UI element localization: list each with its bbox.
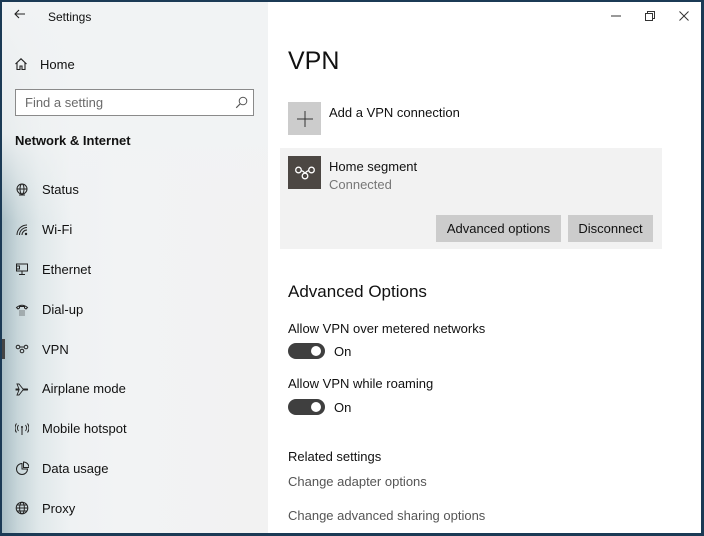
sidebar-item-label: VPN xyxy=(42,341,69,357)
sidebar-item-label: Airplane mode xyxy=(42,381,126,397)
home-icon xyxy=(12,57,30,71)
sidebar-item-label: Wi-Fi xyxy=(42,222,73,238)
disconnect-button[interactable]: Disconnect xyxy=(568,215,653,242)
wifi-icon xyxy=(14,222,30,238)
vpn-connection-icon xyxy=(288,156,321,189)
settings-window: Settings Home Network & Internet Status xyxy=(2,2,701,533)
main-content: VPN Add a VPN connection Home segment Co… xyxy=(268,2,701,533)
close-icon xyxy=(679,11,689,21)
advanced-options-heading: Advanced Options xyxy=(288,282,427,301)
sidebar-item-label: Ethernet xyxy=(42,261,92,277)
toggle-state-label: On xyxy=(334,343,352,359)
sidebar-item-ethernet[interactable]: Ethernet xyxy=(2,250,268,290)
roaming-label: Allow VPN while roaming xyxy=(288,376,434,391)
ethernet-icon xyxy=(14,261,30,277)
toggle-state-label: On xyxy=(334,399,352,415)
sidebar-item-label: Mobile hotspot xyxy=(42,421,127,437)
vpn-connection-status: Connected xyxy=(329,177,392,192)
close-button[interactable] xyxy=(667,2,701,30)
toggle-knob xyxy=(311,346,321,356)
vpn-icon xyxy=(14,341,30,357)
vpn-connection-item[interactable]: Home segment Connected Advanced options … xyxy=(280,148,662,249)
metered-networks-toggle[interactable] xyxy=(288,343,325,359)
add-vpn-connection-button[interactable]: Add a VPN connection xyxy=(288,102,460,135)
toggle-knob xyxy=(311,402,321,412)
airplane-icon xyxy=(14,381,30,397)
sidebar-item-proxy[interactable]: Proxy xyxy=(2,488,268,528)
page-title: VPN xyxy=(288,47,340,75)
add-vpn-label: Add a VPN connection xyxy=(329,105,460,120)
change-adapter-options-link[interactable]: Change adapter options xyxy=(288,474,427,489)
metered-networks-label: Allow VPN over metered networks xyxy=(288,321,486,336)
search-input[interactable] xyxy=(16,90,229,115)
metered-networks-toggle-row: On xyxy=(288,343,351,359)
section-title: Network & Internet xyxy=(15,133,131,148)
dialup-icon xyxy=(14,301,30,317)
roaming-toggle-row: On xyxy=(288,399,351,415)
sidebar-item-mobile-hotspot[interactable]: Mobile hotspot xyxy=(2,409,268,449)
plus-icon xyxy=(288,102,321,135)
globe-proxy-icon xyxy=(14,500,30,516)
sidebar: Settings Home Network & Internet Status xyxy=(2,2,268,533)
data-usage-icon xyxy=(14,460,30,476)
minimize-icon xyxy=(611,15,621,17)
sidebar-item-vpn[interactable]: VPN xyxy=(2,329,268,369)
sidebar-item-label: Data usage xyxy=(42,460,109,476)
back-button[interactable] xyxy=(10,4,30,24)
sidebar-item-label: Proxy xyxy=(42,500,76,516)
window-controls xyxy=(599,2,701,30)
sidebar-item-airplane[interactable]: Airplane mode xyxy=(2,369,268,409)
sidebar-item-wifi[interactable]: Wi-Fi xyxy=(2,210,268,250)
hotspot-icon xyxy=(14,421,30,437)
restore-button[interactable] xyxy=(633,2,667,30)
roaming-toggle[interactable] xyxy=(288,399,325,415)
minimize-button[interactable] xyxy=(599,2,633,30)
window-title: Settings xyxy=(48,10,92,24)
related-settings-heading: Related settings xyxy=(288,449,382,464)
sidebar-nav: Status Wi-Fi Ethernet Dial-up VPN Airpla… xyxy=(2,170,268,528)
sidebar-item-label: Home xyxy=(40,56,75,72)
back-arrow-icon xyxy=(14,9,25,19)
sidebar-item-home[interactable]: Home xyxy=(12,54,75,74)
restore-icon xyxy=(645,11,655,21)
search-box xyxy=(15,89,254,116)
change-advanced-sharing-options-link[interactable]: Change advanced sharing options xyxy=(288,508,485,523)
globe-status-icon xyxy=(14,182,30,198)
sidebar-item-label: Status xyxy=(42,182,79,198)
vpn-connection-name: Home segment xyxy=(329,159,418,174)
sidebar-item-label: Dial-up xyxy=(42,301,84,317)
search-icon[interactable] xyxy=(229,96,253,109)
sidebar-item-dialup[interactable]: Dial-up xyxy=(2,289,268,329)
sidebar-item-status[interactable]: Status xyxy=(2,170,268,210)
advanced-options-button[interactable]: Advanced options xyxy=(436,215,561,242)
sidebar-item-data-usage[interactable]: Data usage xyxy=(2,449,268,489)
